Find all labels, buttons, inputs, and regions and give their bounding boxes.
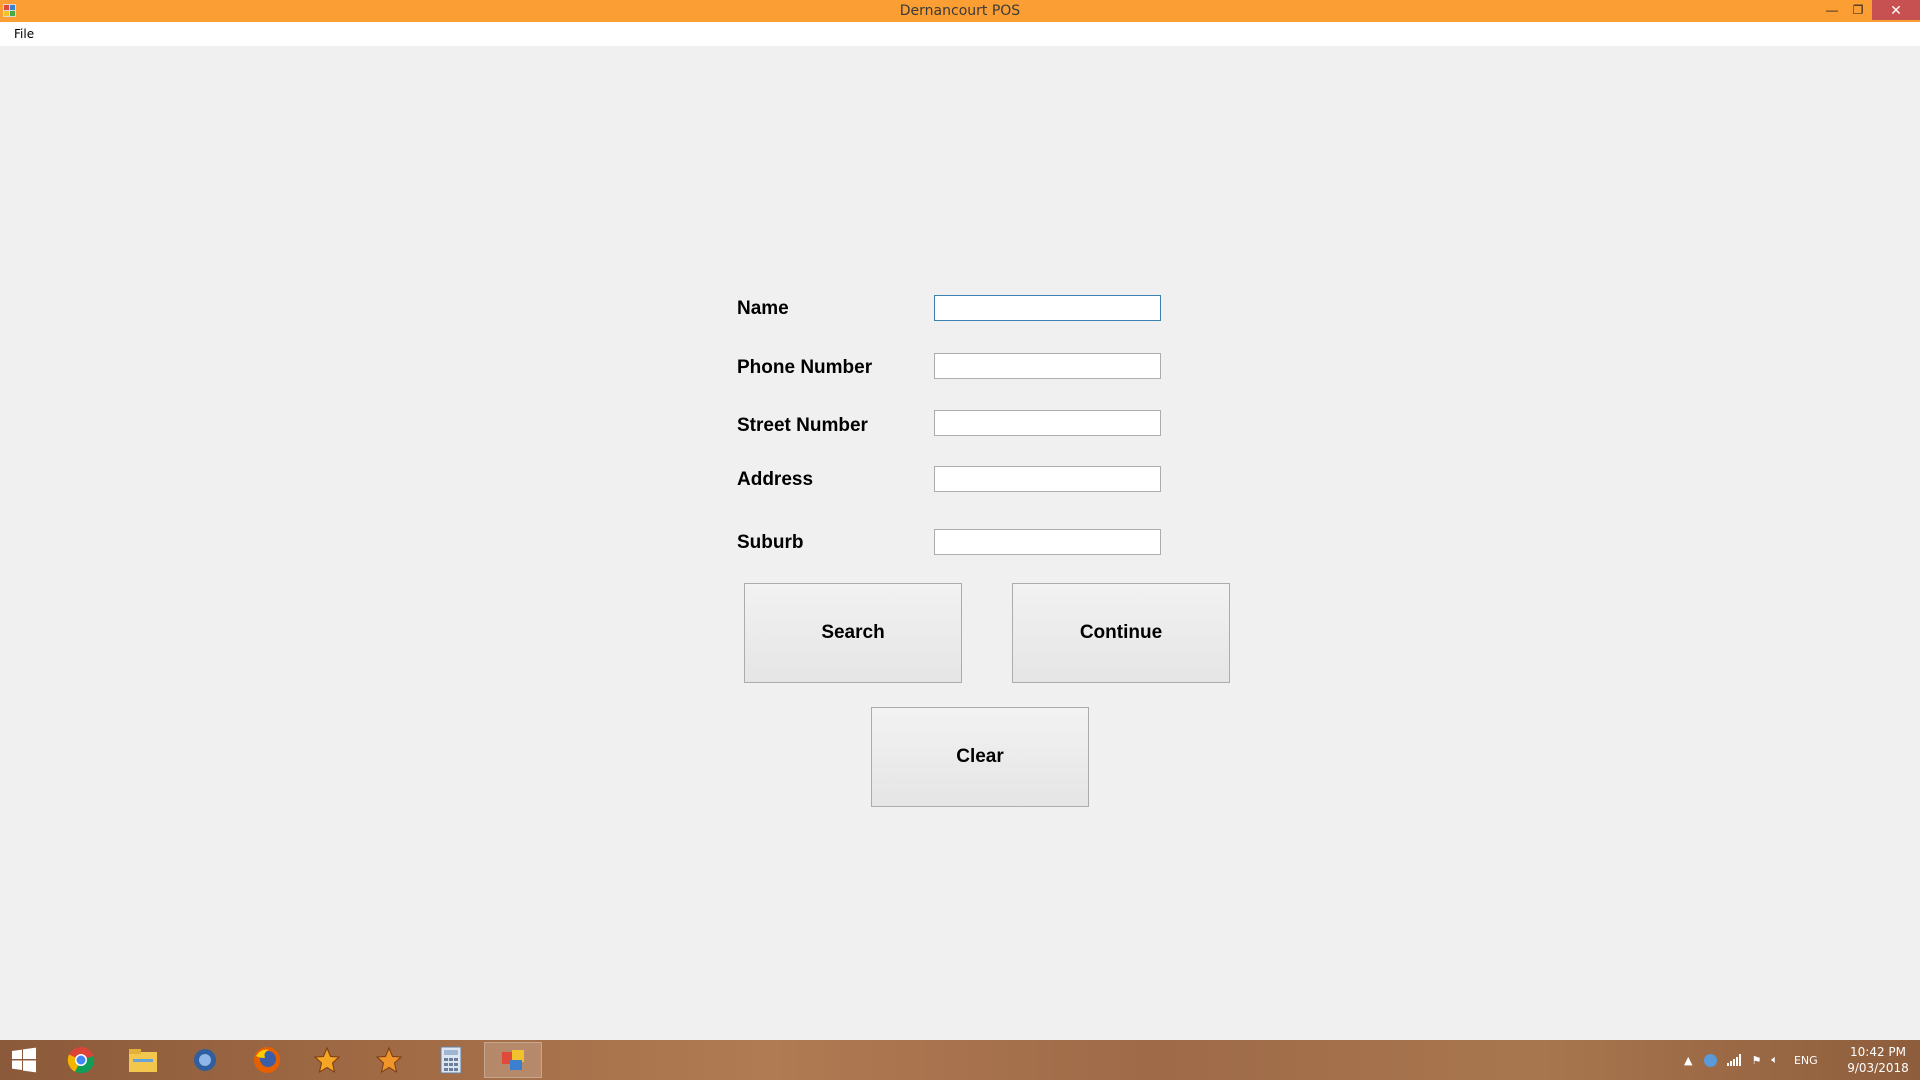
signal-icon[interactable] xyxy=(1727,1054,1742,1066)
show-hidden-icons-icon[interactable]: ▲ xyxy=(1684,1054,1692,1067)
address-input[interactable] xyxy=(934,466,1161,492)
action-center-flag-icon[interactable]: ⚑ xyxy=(1751,1054,1761,1067)
close-button[interactable]: ✕ xyxy=(1872,0,1920,20)
clock[interactable]: 10:42 PM 9/03/2018 xyxy=(1838,1044,1918,1076)
phone-number-label: Phone Number xyxy=(737,357,873,378)
continue-button[interactable]: Continue xyxy=(1012,583,1230,683)
app-icon[interactable] xyxy=(176,1042,234,1078)
star-app-icon[interactable] xyxy=(360,1042,418,1078)
window-title: Dernancourt POS xyxy=(899,3,1021,19)
name-input[interactable] xyxy=(934,295,1161,321)
menu-file[interactable]: File xyxy=(14,27,34,41)
clock-time: 10:42 PM xyxy=(1850,1045,1906,1059)
phone-number-input[interactable] xyxy=(934,353,1161,379)
title-bar: Dernancourt POS — ❐ ✕ xyxy=(0,0,1920,22)
firefox-icon[interactable] xyxy=(238,1042,296,1078)
taskbar: ▲ ⚑ 🔈︎ ENG 10:42 PM 9/03/2018 xyxy=(0,1040,1920,1080)
street-number-label: Street Number xyxy=(737,415,868,436)
suburb-input[interactable] xyxy=(934,529,1161,555)
suburb-label: Suburb xyxy=(737,532,804,553)
volume-icon[interactable]: 🔈︎ xyxy=(1771,1053,1778,1067)
search-button[interactable]: Search xyxy=(744,583,962,683)
star-app-icon[interactable] xyxy=(298,1042,356,1078)
address-label: Address xyxy=(737,469,814,490)
chrome-icon[interactable] xyxy=(52,1042,110,1078)
menu-bar: File xyxy=(0,22,1920,46)
clock-date: 9/03/2018 xyxy=(1847,1061,1909,1075)
pos-app-icon[interactable] xyxy=(484,1042,542,1078)
language-indicator[interactable]: ENG xyxy=(1794,1054,1818,1067)
street-number-input[interactable] xyxy=(934,410,1161,436)
name-label: Name xyxy=(737,298,789,319)
file-explorer-icon[interactable] xyxy=(114,1042,172,1078)
minimize-button[interactable]: — xyxy=(1818,0,1846,20)
clear-button[interactable]: Clear xyxy=(871,707,1089,807)
system-tray: ▲ ⚑ 🔈︎ ENG xyxy=(1684,1040,1818,1080)
restore-button[interactable]: ❐ xyxy=(1844,0,1872,20)
network-globe-icon[interactable] xyxy=(1704,1053,1718,1067)
windows-start-icon[interactable] xyxy=(0,1042,48,1078)
calculator-icon[interactable] xyxy=(422,1042,480,1078)
